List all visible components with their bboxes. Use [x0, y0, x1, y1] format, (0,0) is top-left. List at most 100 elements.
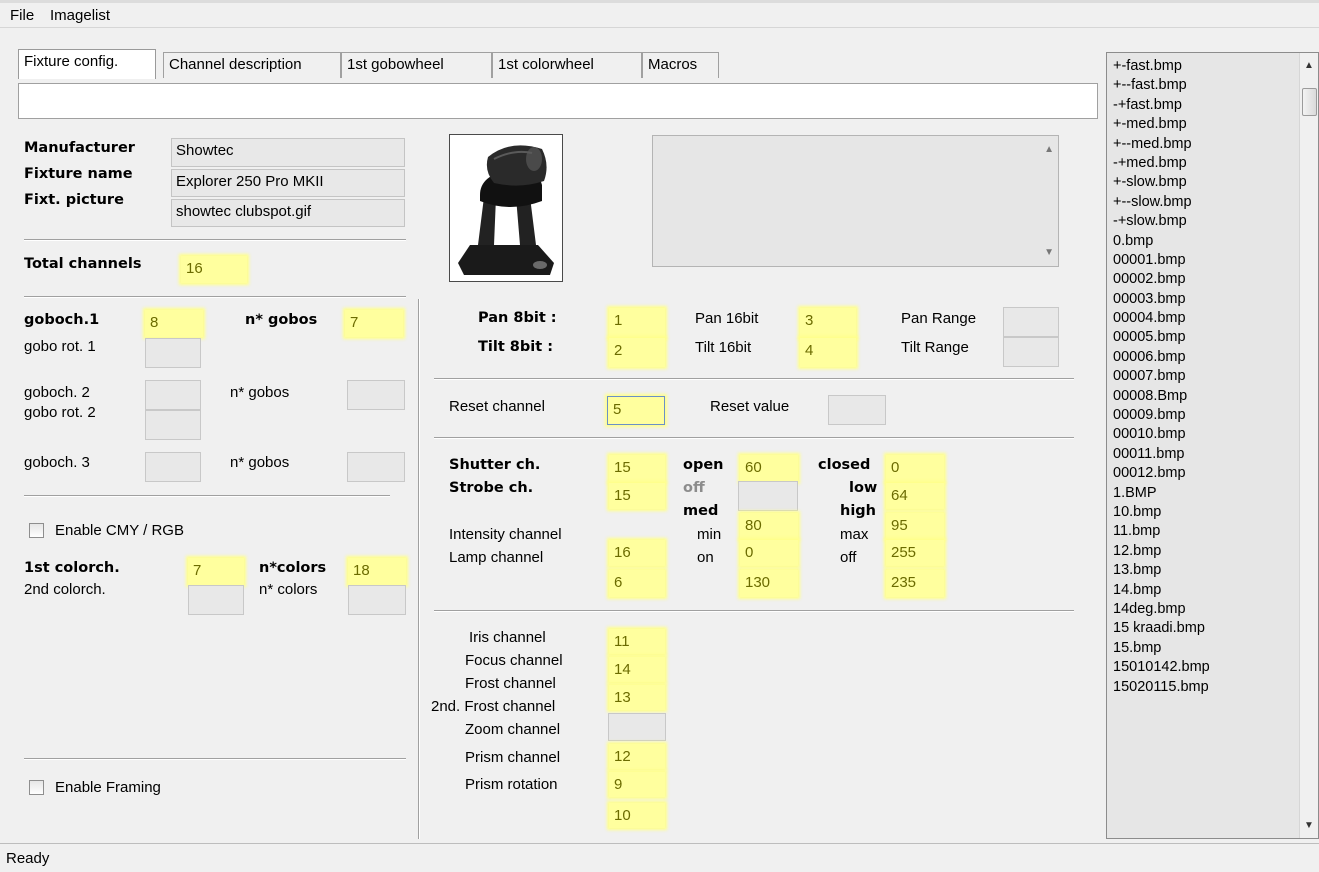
scroll-down-icon[interactable]: ▼: [1300, 817, 1318, 834]
lamp-field[interactable]: 6: [609, 570, 665, 597]
list-item[interactable]: 14.bmp: [1107, 581, 1300, 600]
list-item[interactable]: +--slow.bmp: [1107, 193, 1300, 212]
open-field[interactable]: 60: [740, 455, 798, 482]
high-field[interactable]: 95: [886, 513, 944, 539]
list-item[interactable]: 0.bmp: [1107, 232, 1300, 251]
ncolors1-field[interactable]: 18: [348, 558, 406, 585]
menu-imagelist[interactable]: Imagelist: [50, 7, 110, 24]
colorch1-field[interactable]: 7: [188, 558, 244, 585]
intensity-field[interactable]: 16: [609, 540, 665, 566]
vertical-divider: [418, 299, 420, 839]
list-item[interactable]: +-fast.bmp: [1107, 57, 1300, 76]
list-item[interactable]: 00011.bmp: [1107, 445, 1300, 464]
list-item[interactable]: 10.bmp: [1107, 503, 1300, 522]
tilt16-field[interactable]: 4: [800, 338, 856, 367]
ngobos1-label: n* gobos: [245, 312, 318, 328]
list-item[interactable]: 15010142.bmp: [1107, 658, 1300, 677]
focus-field[interactable]: 14: [609, 657, 665, 682]
pan8-field[interactable]: 1: [609, 308, 665, 338]
list-item[interactable]: 00003.bmp: [1107, 290, 1300, 309]
list-item[interactable]: 00010.bmp: [1107, 425, 1300, 444]
imagelist-scrollbar[interactable]: ▲ ▼: [1299, 53, 1318, 838]
list-item[interactable]: 00007.bmp: [1107, 367, 1300, 386]
list-item[interactable]: 1.BMP: [1107, 484, 1300, 503]
goboch3-field[interactable]: [145, 452, 201, 482]
lamp-on-field[interactable]: 130: [740, 570, 798, 597]
scroll-down-icon[interactable]: ▼: [1044, 247, 1054, 258]
ngobos1-field[interactable]: 7: [345, 310, 403, 337]
iris-field[interactable]: 11: [609, 629, 665, 654]
enable-framing-checkbox[interactable]: [29, 780, 44, 795]
enable-cmy-checkbox[interactable]: [29, 523, 44, 538]
ncolors2-field[interactable]: [348, 585, 406, 615]
colorch2-field[interactable]: [188, 585, 244, 615]
list-item[interactable]: -+fast.bmp: [1107, 96, 1300, 115]
ngobos3-field[interactable]: [347, 452, 405, 482]
list-item[interactable]: 00006.bmp: [1107, 348, 1300, 367]
menu-file[interactable]: File: [10, 7, 34, 24]
prism-rotation-field[interactable]: 10: [609, 803, 665, 828]
tab-channel-description[interactable]: Channel description: [163, 52, 341, 78]
scroll-up-icon[interactable]: ▲: [1300, 57, 1318, 74]
pan-range-field[interactable]: [1003, 307, 1059, 337]
low-field[interactable]: 64: [886, 483, 944, 509]
manufacturer-field[interactable]: Showtec: [171, 138, 405, 167]
reset-channel-field[interactable]: 5: [607, 396, 665, 425]
list-item[interactable]: +-slow.bmp: [1107, 173, 1300, 192]
tilt-range-field[interactable]: [1003, 337, 1059, 367]
goboch1-field[interactable]: 8: [145, 310, 203, 337]
imagelist-listbox[interactable]: +-fast.bmp +--fast.bmp -+fast.bmp +-med.bmp…: [1106, 52, 1319, 839]
tab-1st-colorwheel[interactable]: 1st colorwheel: [492, 52, 642, 78]
list-item[interactable]: 15.bmp: [1107, 639, 1300, 658]
ngobos2-field[interactable]: [347, 380, 405, 410]
fixture-picture-field[interactable]: showtec clubspot.gif: [171, 199, 405, 227]
list-item[interactable]: 15020115.bmp: [1107, 678, 1300, 697]
list-item[interactable]: +--fast.bmp: [1107, 76, 1300, 95]
strobe-off-field[interactable]: [738, 481, 798, 511]
list-item[interactable]: 13.bmp: [1107, 561, 1300, 580]
strobe-field[interactable]: 15: [609, 483, 665, 509]
gobo-rot1-field[interactable]: [145, 338, 201, 368]
list-item[interactable]: 11.bmp: [1107, 522, 1300, 541]
scroll-up-icon[interactable]: ▲: [1044, 144, 1054, 155]
list-item[interactable]: 00002.bmp: [1107, 270, 1300, 289]
prism-field[interactable]: 9: [609, 772, 665, 797]
reset-value-field[interactable]: [828, 395, 886, 425]
list-item[interactable]: +-med.bmp: [1107, 115, 1300, 134]
lamp-off-field[interactable]: 235: [886, 570, 944, 597]
closed-field[interactable]: 0: [886, 455, 944, 482]
list-item[interactable]: 00004.bmp: [1107, 309, 1300, 328]
list-item[interactable]: 15 kraadi.bmp: [1107, 619, 1300, 638]
divider: [24, 296, 406, 298]
frost2-field[interactable]: [608, 713, 666, 741]
list-item[interactable]: -+slow.bmp: [1107, 212, 1300, 231]
list-item[interactable]: 00008.Bmp: [1107, 387, 1300, 406]
list-item[interactable]: 00005.bmp: [1107, 328, 1300, 347]
frost-field[interactable]: 13: [609, 685, 665, 710]
shutter-field[interactable]: 15: [609, 455, 665, 482]
tab-1st-gobowheel[interactable]: 1st gobowheel: [341, 52, 492, 78]
list-item[interactable]: -+med.bmp: [1107, 154, 1300, 173]
gobo-rot2-field[interactable]: [145, 410, 201, 440]
list-item[interactable]: +--med.bmp: [1107, 135, 1300, 154]
tab-fixture-config[interactable]: Fixture config.: [18, 49, 156, 79]
description-textarea[interactable]: ▲ ▼: [652, 135, 1059, 267]
imagelist-items: +-fast.bmp +--fast.bmp -+fast.bmp +-med.bmp…: [1107, 53, 1300, 697]
goboch2-field[interactable]: [145, 380, 201, 410]
manufacturer-label: Manufacturer: [24, 140, 135, 156]
zoom-field[interactable]: 12: [609, 744, 665, 769]
min-field[interactable]: 0: [740, 540, 798, 566]
med-field[interactable]: 80: [740, 513, 798, 539]
total-channels-field[interactable]: 16: [181, 256, 247, 283]
fixture-name-field[interactable]: Explorer 250 Pro MKII: [171, 169, 405, 197]
list-item[interactable]: 12.bmp: [1107, 542, 1300, 561]
list-item[interactable]: 00001.bmp: [1107, 251, 1300, 270]
tab-macros[interactable]: Macros: [642, 52, 719, 78]
scrollbar-thumb[interactable]: [1302, 88, 1317, 116]
max-field[interactable]: 255: [886, 540, 944, 566]
list-item[interactable]: 00009.bmp: [1107, 406, 1300, 425]
list-item[interactable]: 00012.bmp: [1107, 464, 1300, 483]
list-item[interactable]: 14deg.bmp: [1107, 600, 1300, 619]
pan16-field[interactable]: 3: [800, 308, 856, 338]
tilt8-field[interactable]: 2: [609, 338, 665, 367]
